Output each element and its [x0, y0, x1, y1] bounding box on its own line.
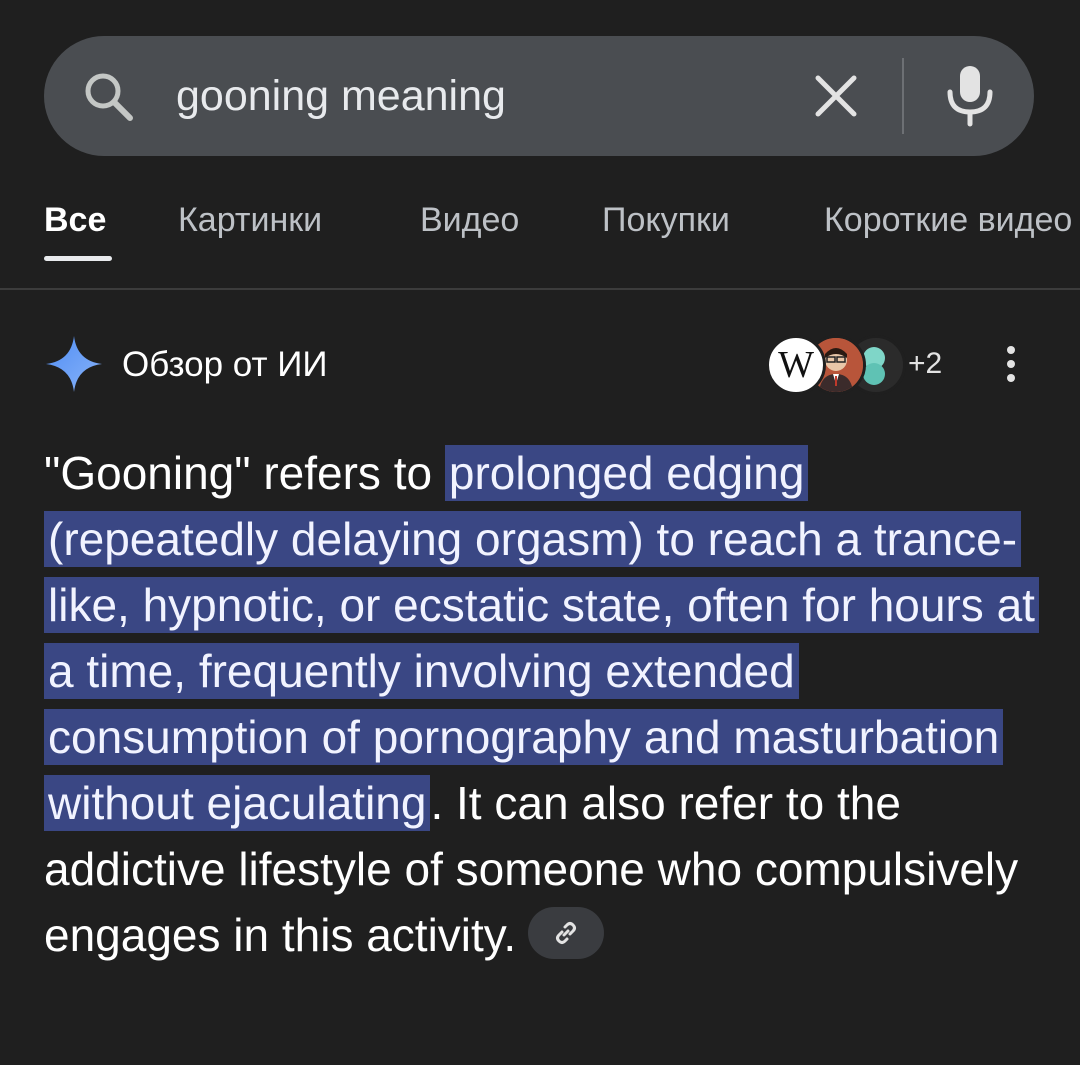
microphone-icon[interactable]: [942, 64, 998, 128]
search-tabs: Все Картинки Видео Покупки Короткие виде…: [0, 190, 1080, 290]
tab-all[interactable]: Все: [44, 198, 106, 242]
source-link-chip[interactable]: [528, 906, 605, 959]
search-icon[interactable]: [80, 68, 136, 124]
more-sources-count[interactable]: +2: [908, 346, 942, 382]
ai-overview-header: Обзор от ИИ W +2: [0, 330, 1080, 400]
answer-text-intro: "Gooning" refers to: [44, 447, 445, 499]
answer-text-highlight: prolonged edging (repeatedly delaying or…: [44, 445, 1039, 831]
tab-short-videos[interactable]: Короткие видео: [824, 198, 1072, 242]
tab-video[interactable]: Видео: [420, 198, 519, 242]
close-icon[interactable]: [808, 68, 864, 124]
search-input[interactable]: gooning meaning: [176, 68, 506, 124]
wikipedia-icon[interactable]: W: [766, 335, 826, 395]
tab-shopping[interactable]: Покупки: [602, 198, 730, 242]
search-divider: [902, 58, 904, 134]
ai-overview-title: Обзор от ИИ: [122, 345, 328, 384]
tab-active-indicator: [44, 256, 112, 261]
ai-overview-answer: "Gooning" refers to prolonged edging (re…: [44, 440, 1044, 968]
gemini-spark-icon: [46, 336, 102, 392]
more-options-icon[interactable]: [996, 342, 1026, 390]
tabs-divider: [0, 288, 1080, 290]
link-icon: [556, 921, 577, 944]
tab-images[interactable]: Картинки: [178, 198, 322, 242]
